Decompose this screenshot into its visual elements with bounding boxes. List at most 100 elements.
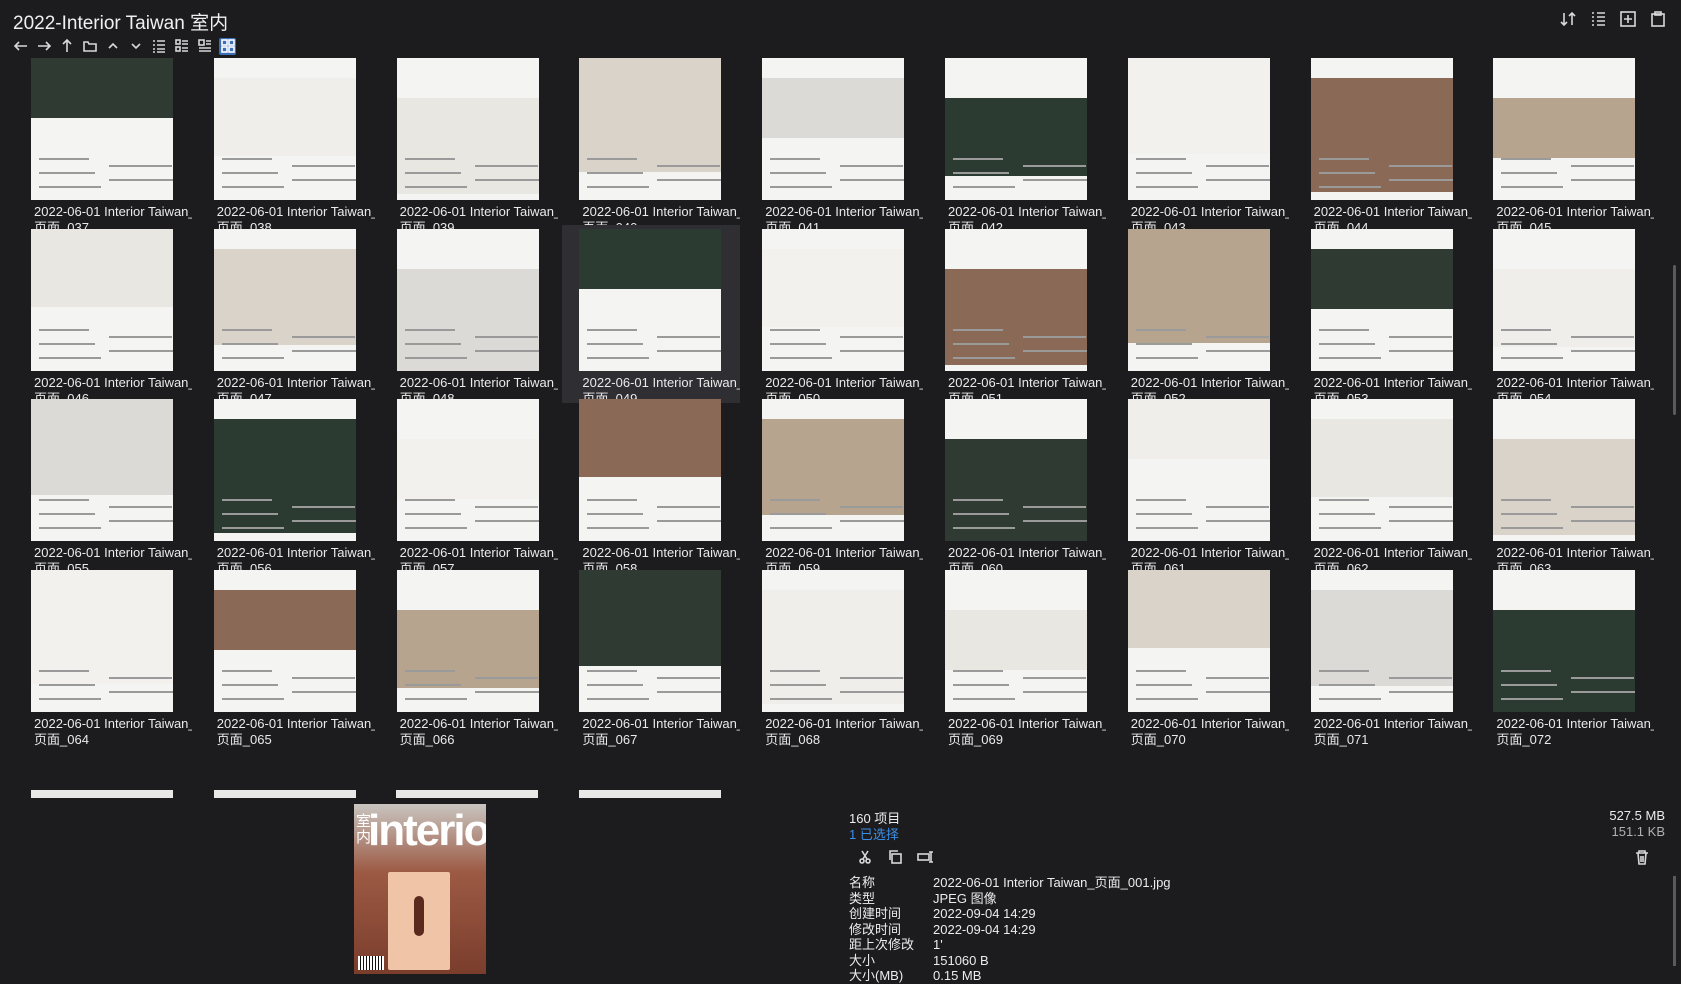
thumbnail-filename: 2022-06-01 Interior Taiwan_ [34, 204, 192, 219]
thumbnail-tile[interactable]: 2022-06-01 Interior Taiwan_ 页面_070 [1111, 566, 1289, 747]
thumbnail-tile[interactable]: 2022-06-01 Interior Taiwan_ 页面_047 [197, 225, 375, 406]
thumbnail-label: 2022-06-01 Interior Taiwan_ 页面_067 [582, 716, 740, 748]
property-value: 2022-09-04 14:29 [933, 906, 1036, 921]
tree-view-icon[interactable] [196, 38, 213, 55]
grid-scrollbar[interactable] [1671, 56, 1677, 796]
thumbnail-filename: 2022-06-01 Interior Taiwan_ [948, 545, 1106, 560]
thumbnail-filename: 2022-06-01 Interior Taiwan_ [34, 715, 192, 731]
top-right-toolbar [1559, 10, 1667, 28]
thumbnail-page: 页面_069 [948, 731, 1003, 747]
thumbnail-tile[interactable]: 2022-06-01 Interior Taiwan_ 页面_043 [1111, 56, 1289, 235]
copy-icon[interactable] [886, 848, 904, 866]
thumbnail-image [1493, 228, 1636, 371]
thumbnail-tile[interactable]: 2022-06-01 Interior Taiwan_页面_040 [562, 56, 740, 235]
cut-icon[interactable] [856, 848, 874, 866]
thumbnail-tile[interactable]: 2022-06-01 Interior Taiwan_ 页面_060 [928, 395, 1106, 576]
thumbnail-filename: 2022-06-01 Interior Taiwan_ [765, 715, 924, 731]
thumbnail-filename: 2022-06-01 Interior Taiwan_ [399, 374, 558, 390]
thumbnail-tile[interactable]: 2022-06-01 Interior Taiwan_ 页面_041 [745, 56, 923, 235]
thumbnail-tile[interactable]: 2022-06-01 Interior Taiwan_ 页面_068 [745, 566, 923, 747]
thumbnail-tile[interactable]: 2022-06-01 Interior Taiwan_ 页面_055 [14, 395, 192, 576]
thumbnail-tile[interactable]: 2022-06-01 Interior Taiwan_ 页面_057 [380, 395, 558, 576]
navigation-toolbar [12, 36, 236, 56]
thumbnail-tile[interactable]: 2022-06-01 Interior Taiwan_ 页面_038 [197, 56, 375, 235]
thumbnail-image [762, 399, 905, 541]
thumbnail-label: 2022-06-01 Interior Taiwan_ 页面_066 [400, 716, 558, 748]
clipboard-icon[interactable] [1649, 10, 1667, 28]
thumbnail-filename: 2022-06-01 Interior Taiwan_ [399, 715, 558, 731]
thumbnail-tile[interactable]: 2022-06-01 Interior Taiwan_ 页面_056 [197, 395, 375, 576]
thumbnail-image [31, 228, 173, 371]
thumbnail-tile[interactable]: 2022-06-01 Interior Taiwan_ 页面_050 [745, 225, 923, 406]
chevron-up-icon[interactable] [104, 38, 121, 55]
thumbnail-filename: 2022-06-01 Interior Taiwan_ [582, 715, 741, 731]
folder-icon[interactable] [81, 38, 98, 55]
thumbnail-label: 2022-06-01 Interior Taiwan_ 页面_068 [765, 716, 923, 748]
up-arrow-icon[interactable] [58, 38, 75, 55]
thumbnail-tile[interactable]: 2022-06-01 Interior Taiwan_ 页面_053 [1294, 225, 1472, 406]
property-row: 创建时间 2022-09-04 14:29 [849, 906, 1171, 922]
thumbnail-filename: 2022-06-01 Interior Taiwan_ [765, 545, 924, 560]
property-key: 大小(MB) [849, 968, 904, 983]
thumbnail-tile[interactable]: 2022-06-01 Interior Taiwan_ 页面_044 [1294, 56, 1472, 235]
thumbnail-tile[interactable]: 2022-06-01 Interior Taiwan_ 页面_059 [745, 395, 924, 576]
thumbnail-view-icon[interactable] [219, 37, 236, 55]
thumbnail-tile[interactable]: 2022-06-01 Interior Taiwan_ 页面_061 [1111, 395, 1289, 576]
thumbnail-tile[interactable]: 2022-06-01 Interior Taiwan_ 页面_069 [928, 566, 1106, 747]
list-view-icon[interactable] [150, 38, 167, 55]
thumbnail-tile[interactable]: 2022-06-01 Interior Taiwan_ 页面_037 [14, 56, 192, 235]
thumbnail-tile[interactable]: 2022-06-01 Interior Taiwan_ 页面_051 [928, 225, 1106, 406]
thumbnail-image [1310, 228, 1453, 371]
thumbnail-tile[interactable]: 2022-06-01 Interior Taiwan_ 页面_052 [1111, 225, 1289, 406]
thumbnail-tile[interactable]: 2022-06-01 Interior Taiwan_ 页面_049 [562, 224, 741, 406]
thumbnail-label: 2022-06-01 Interior Taiwan_ 页面_072 [1496, 716, 1654, 748]
thumbnail-tile[interactable]: 2022-06-01 Interior Taiwan_ 页面_072 [1476, 566, 1654, 747]
forward-arrow-icon[interactable] [35, 38, 52, 55]
property-value: 1' [933, 937, 943, 952]
thumbnail-tile[interactable]: 2022-06-01 Interior Taiwan_ 页面_065 [197, 566, 375, 747]
total-size: 527.5 MB [1609, 808, 1665, 823]
thumbnail-filename: 2022-06-01 Interior Taiwan_ [948, 715, 1106, 731]
back-arrow-icon[interactable] [12, 38, 29, 55]
thumbnail-image [1127, 58, 1270, 200]
selected-count[interactable]: 1 已选择 [849, 824, 899, 843]
details-scrollbar[interactable] [1673, 876, 1676, 966]
thumbnail-image [213, 58, 356, 200]
thumbnail-tile[interactable]: 2022-06-01 Interior Taiwan_ 页面_064 [14, 566, 192, 747]
details-panel [0, 802, 1681, 974]
thumbnail-tile[interactable]: 2022-06-01 Interior Taiwan_ 页面_071 [1294, 566, 1472, 747]
thumbnail-tile[interactable]: 2022-06-01 Interior Taiwan_ 页面_048 [380, 225, 558, 406]
thumbnail-label: 2022-06-01 Interior Taiwan_ 页面_069 [948, 716, 1106, 748]
thumbnail-tile[interactable]: 2022-06-01 Interior Taiwan_ 页面_042 [928, 56, 1106, 235]
rename-icon[interactable] [916, 848, 934, 866]
thumbnail-image [945, 399, 1087, 541]
thumbnail-tile[interactable]: 2022-06-01 Interior Taiwan_ 页面_054 [1476, 225, 1654, 406]
thumbnail-tile[interactable]: 2022-06-01 Interior Taiwan_ 页面_039 [380, 56, 558, 235]
property-value: 2022-06-01 Interior Taiwan_页面_001.jpg [933, 875, 1171, 890]
property-key: 创建时间 [849, 906, 902, 921]
chevron-down-icon[interactable] [127, 38, 144, 55]
thumbnail-tile[interactable]: 2022-06-01 Interior Taiwan_ 页面_062 [1294, 395, 1472, 576]
thumbnail-tile[interactable]: 2022-06-01 Interior Taiwan_ 页面_063 [1476, 395, 1654, 576]
thumbnail-tile[interactable]: 2022-06-01 Interior Taiwan_ 页面_066 [380, 566, 558, 747]
thumbnail-image [762, 228, 905, 371]
preview-brand: interior [368, 806, 486, 855]
thumbnail-image [1310, 569, 1453, 712]
thumbnail-image [396, 569, 539, 712]
thumbnail-tile[interactable]: 2022-06-01 Interior Taiwan_ 页面_067 [562, 566, 740, 747]
grid-scrollbar-thumb[interactable] [1673, 265, 1676, 415]
thumbnail-filename: 2022-06-01 Interior Taiwan_ [216, 715, 375, 731]
add-pane-icon[interactable] [1619, 10, 1637, 28]
thumbnail-image [396, 228, 539, 371]
thumbnail-tile[interactable]: 2022-06-01 Interior Taiwan_ 页面_045 [1476, 56, 1654, 235]
trash-icon[interactable] [1633, 848, 1651, 866]
detail-view-icon[interactable] [173, 38, 190, 55]
thumbnail-image [1310, 399, 1453, 541]
thumbnail-filename: 2022-06-01 Interior Taiwan_ [216, 374, 375, 390]
sort-icon[interactable] [1559, 10, 1577, 28]
thumbnail-page: 页面_064 [34, 731, 89, 747]
thumbnail-tile[interactable]: 2022-06-01 Interior Taiwan_ 页面_046 [14, 225, 192, 406]
panel-list-icon[interactable] [1589, 10, 1607, 28]
property-key: 修改时间 [849, 921, 902, 937]
thumbnail-tile[interactable]: 2022-06-01 Interior Taiwan_ 页面_058 [562, 395, 740, 576]
